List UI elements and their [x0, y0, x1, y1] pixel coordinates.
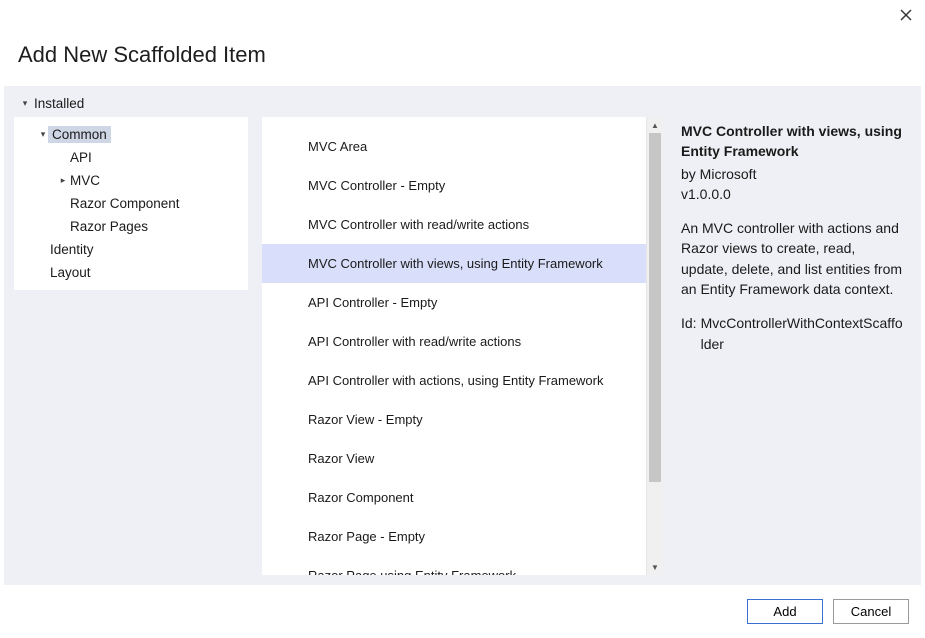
scroll-thumb[interactable] [649, 133, 661, 482]
template-item[interactable]: Razor View [262, 439, 646, 478]
tree-item-label: Razor Component [68, 195, 182, 212]
columns: ▾CommonAPI▸MVCRazor ComponentRazor Pages… [14, 117, 911, 575]
template-item[interactable]: API Controller with actions, using Entit… [262, 361, 646, 400]
add-button[interactable]: Add [747, 599, 823, 624]
dialog-footer: Add Cancel [0, 585, 925, 638]
template-item[interactable]: Razor View - Empty [262, 400, 646, 439]
tree-item[interactable]: ▾Common [14, 123, 248, 146]
tree-item-label: Identity [48, 241, 96, 258]
chevron-right-icon: ▸ [58, 175, 68, 186]
template-item[interactable]: Razor Component [262, 478, 646, 517]
category-tree: ▾CommonAPI▸MVCRazor ComponentRazor Pages… [14, 117, 248, 290]
tree-item[interactable]: Razor Pages [14, 215, 248, 238]
details-title: MVC Controller with views, using Entity … [681, 121, 905, 162]
details-author: by Microsoft [681, 164, 905, 184]
main-region: ▾ Installed ▾CommonAPI▸MVCRazor Componen… [4, 86, 921, 585]
template-item[interactable]: API Controller - Empty [262, 283, 646, 322]
template-item[interactable]: MVC Controller with read/write actions [262, 205, 646, 244]
template-item[interactable]: API Controller with read/write actions [262, 322, 646, 361]
tree-item-label: Common [48, 126, 111, 143]
scroll-track[interactable] [647, 133, 663, 559]
cancel-button[interactable]: Cancel [833, 599, 909, 624]
tree-item[interactable]: Razor Component [14, 192, 248, 215]
tree-item-label: API [68, 149, 94, 166]
tree-item-label: MVC [68, 172, 102, 189]
scroll-up-icon[interactable]: ▲ [647, 117, 663, 133]
tree-item[interactable]: Layout [14, 261, 248, 284]
details-id-value: MvcControllerWithContextScaffolder [701, 313, 905, 354]
details-version: v1.0.0.0 [681, 184, 905, 204]
template-list-panel: MVC AreaMVC Controller - EmptyMVC Contro… [262, 117, 663, 575]
tree-item[interactable]: Identity [14, 238, 248, 261]
tree-item-label: Razor Pages [68, 218, 150, 235]
details-description: An MVC controller with actions and Razor… [681, 218, 905, 299]
close-icon [900, 9, 912, 21]
details-id-label: Id: [681, 313, 697, 354]
tree-root[interactable]: ▾ Installed [14, 94, 911, 117]
chevron-down-icon: ▾ [20, 98, 30, 109]
tree-item-label: Layout [48, 264, 93, 281]
titlebar [0, 0, 925, 28]
dialog-title: Add New Scaffolded Item [18, 42, 907, 68]
chevron-down-icon: ▾ [38, 129, 48, 140]
tree-item[interactable]: ▸MVC [14, 169, 248, 192]
dialog-header: Add New Scaffolded Item [0, 28, 925, 86]
scrollbar[interactable]: ▲ ▼ [646, 117, 663, 575]
close-button[interactable] [897, 6, 915, 24]
template-item[interactable]: MVC Controller - Empty [262, 166, 646, 205]
template-item[interactable]: MVC Area [262, 127, 646, 166]
template-item[interactable]: Razor Page using Entity Framework [262, 556, 646, 575]
template-item[interactable]: MVC Controller with views, using Entity … [262, 244, 646, 283]
template-list: MVC AreaMVC Controller - EmptyMVC Contro… [262, 117, 646, 575]
template-item[interactable]: Razor Page - Empty [262, 517, 646, 556]
scroll-down-icon[interactable]: ▼ [647, 559, 663, 575]
details-id-row: Id: MvcControllerWithContextScaffolder [681, 313, 905, 354]
tree-item[interactable]: API [14, 146, 248, 169]
details-panel: MVC Controller with views, using Entity … [677, 117, 911, 575]
tree-root-label: Installed [34, 96, 84, 111]
